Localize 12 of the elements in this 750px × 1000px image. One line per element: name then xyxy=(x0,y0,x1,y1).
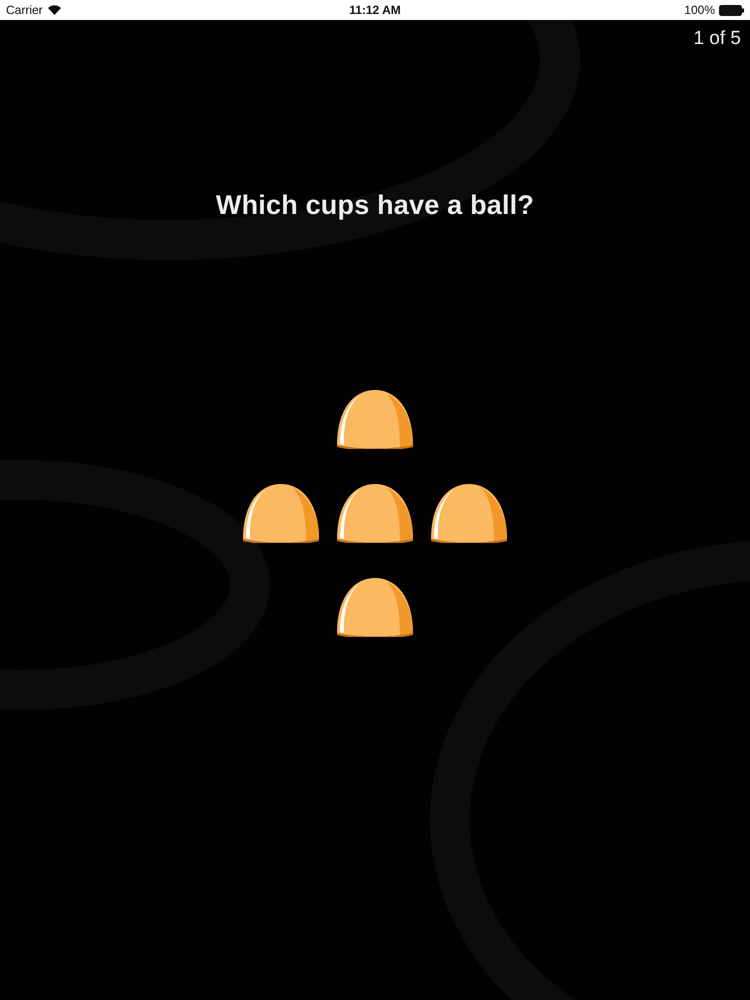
question-text: Which cups have a ball? xyxy=(216,190,534,221)
cup-icon[interactable] xyxy=(336,577,414,637)
wifi-icon xyxy=(48,5,61,15)
battery-percent: 100% xyxy=(684,3,715,17)
cup-icon[interactable] xyxy=(242,483,320,543)
cup-icon[interactable] xyxy=(336,389,414,449)
battery-icon xyxy=(719,4,744,16)
cup-icon[interactable] xyxy=(336,483,414,543)
carrier-name: Carrier xyxy=(6,3,43,17)
clock-time: 11:12 AM xyxy=(349,3,401,17)
question-counter: 1 of 5 xyxy=(693,28,741,50)
cup-icon[interactable] xyxy=(430,483,508,543)
